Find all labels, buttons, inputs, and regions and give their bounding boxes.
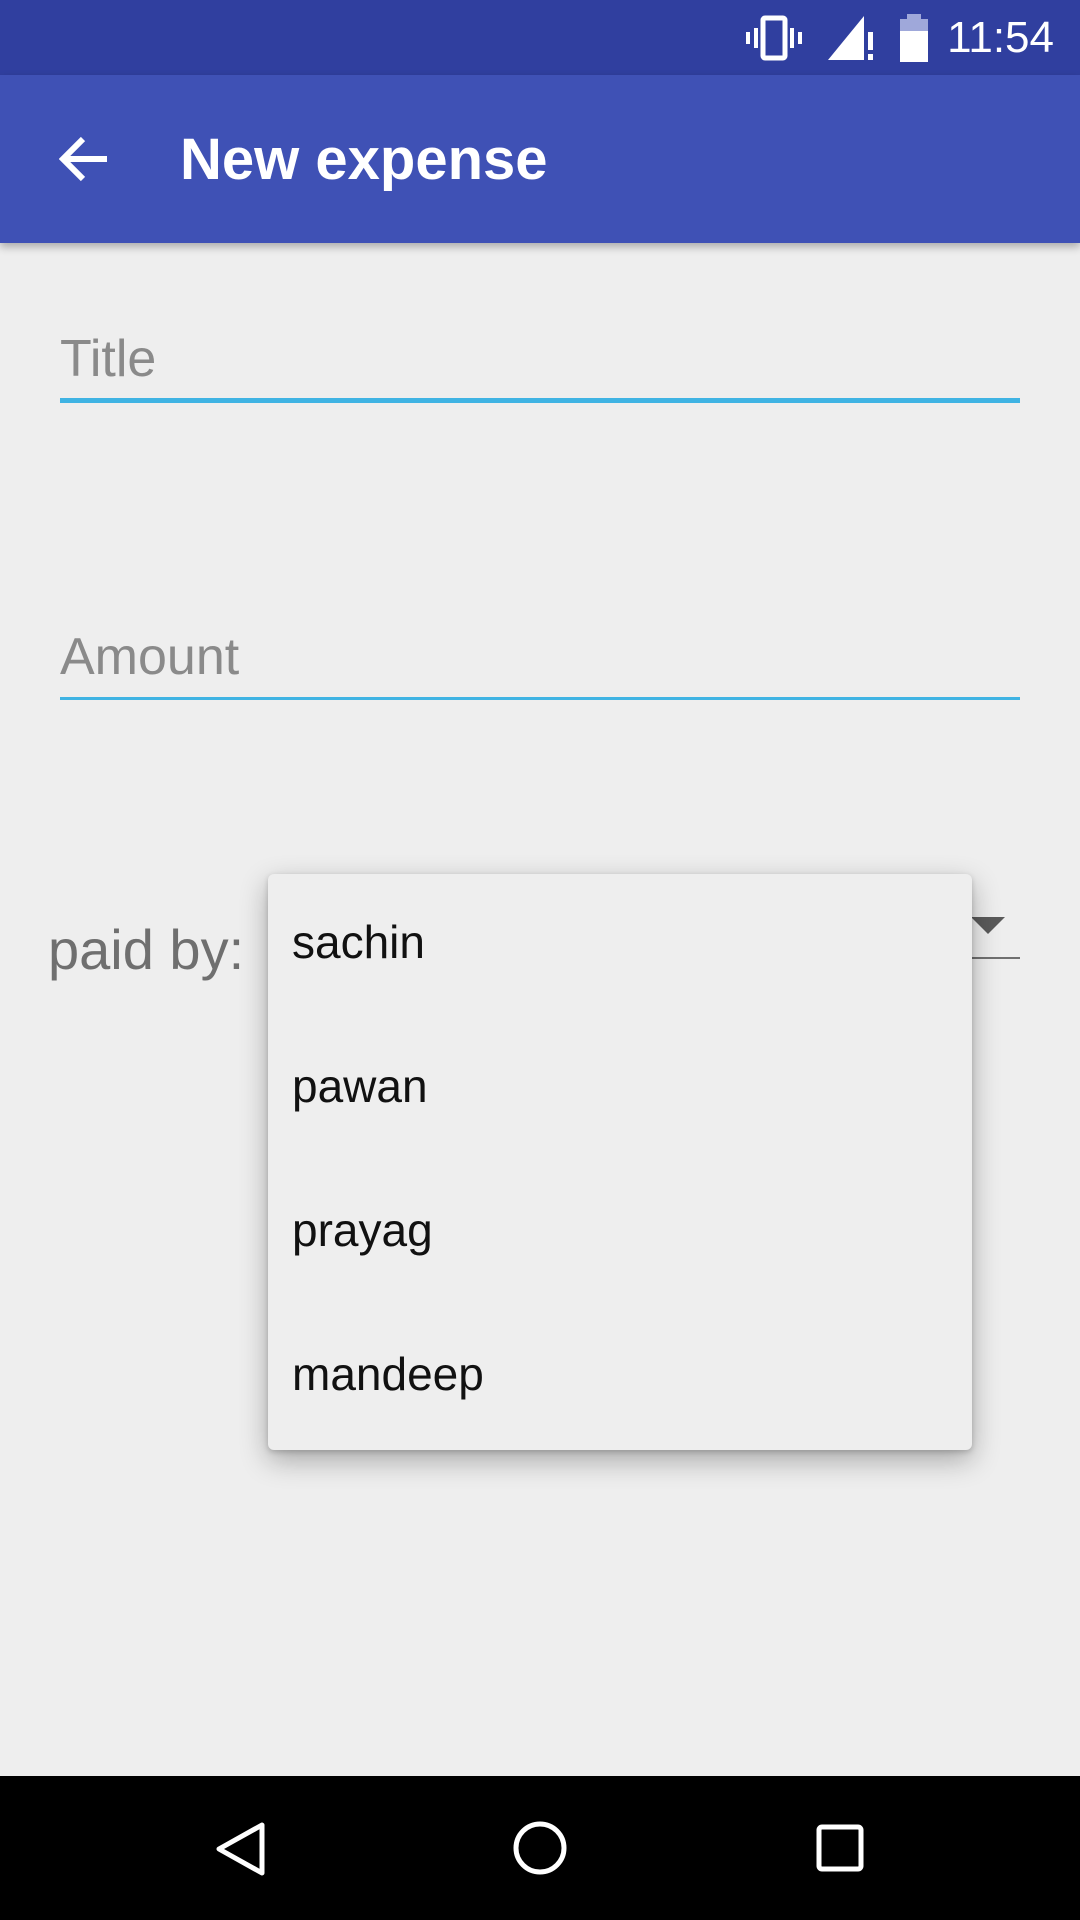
dropdown-option-label: pawan	[292, 1060, 428, 1112]
back-button[interactable]	[42, 117, 126, 201]
dropdown-option-mandeep[interactable]: mandeep	[268, 1306, 972, 1450]
nav-back-button[interactable]	[190, 1798, 290, 1898]
battery-icon	[898, 14, 930, 67]
amount-input[interactable]: Amount	[60, 618, 1020, 708]
arrow-back-icon	[58, 134, 109, 189]
title-placeholder: Title	[60, 330, 157, 388]
page-title: New expense	[180, 127, 548, 192]
dropdown-arrow-icon[interactable]	[971, 917, 1005, 934]
vibrate-icon	[746, 14, 802, 67]
recents-icon	[816, 1824, 864, 1877]
nav-home-button[interactable]	[490, 1798, 590, 1898]
home-icon	[512, 1820, 568, 1881]
dropdown-option-label: mandeep	[292, 1348, 484, 1400]
dropdown-option-pawan[interactable]: pawan	[268, 1018, 972, 1162]
status-bar: 11:54	[0, 0, 1080, 75]
dropdown-option-label: sachin	[292, 916, 425, 968]
amount-underline	[60, 697, 1020, 700]
title-underline	[60, 398, 1020, 403]
navigation-bar	[0, 1776, 1080, 1920]
status-time: 11:54	[947, 13, 1054, 62]
paid-by-label: paid by:	[48, 918, 245, 981]
dropdown-option-sachin[interactable]: sachin	[268, 874, 972, 1018]
app-bar: New expense	[0, 75, 1080, 243]
paid-by-dropdown: sachin pawan prayag mandeep	[268, 874, 972, 1450]
amount-placeholder: Amount	[60, 628, 240, 686]
signal-icon	[828, 14, 876, 67]
title-input[interactable]: Title	[60, 320, 1020, 410]
dropdown-option-prayag[interactable]: prayag	[268, 1162, 972, 1306]
nav-recents-button[interactable]	[790, 1798, 890, 1898]
dropdown-option-label: prayag	[292, 1204, 433, 1256]
back-icon	[214, 1822, 268, 1881]
